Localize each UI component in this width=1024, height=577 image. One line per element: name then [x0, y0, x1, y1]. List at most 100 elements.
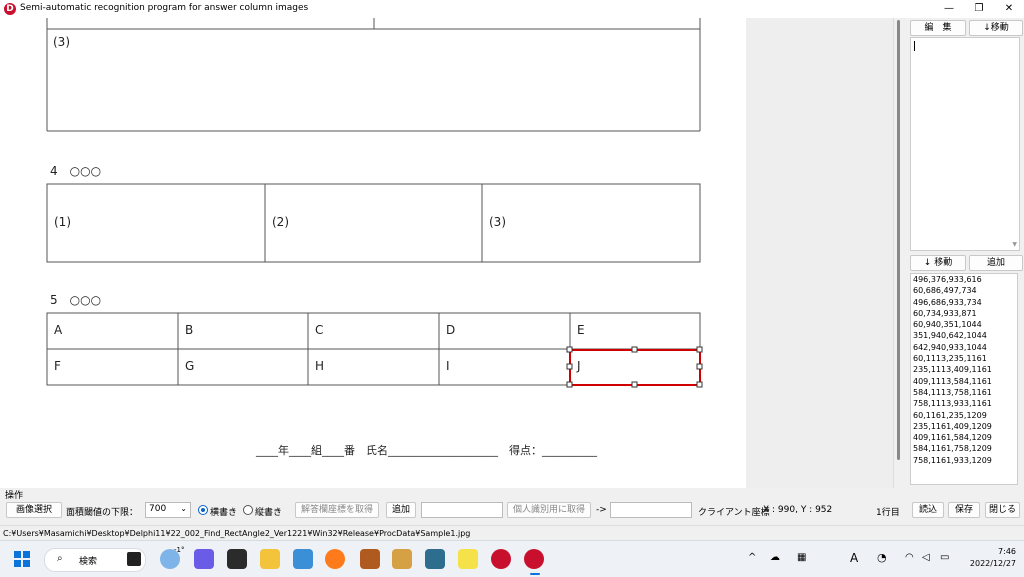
radio-horizontal[interactable] [198, 505, 208, 515]
app-icon-yellow[interactable] [458, 549, 478, 569]
radio-vertical-label[interactable]: 縦書き [255, 505, 282, 518]
cell-label: C [315, 323, 324, 337]
list-item[interactable]: 642,940,933,1044 [913, 342, 1017, 353]
cell-label: (1) [54, 215, 71, 229]
selection-rectangle [569, 349, 701, 386]
list-item[interactable]: 496,376,933,616 [913, 274, 1017, 285]
move-down-button[interactable]: ↓移動 [969, 20, 1023, 36]
coordinate-list[interactable]: 496,376,933,616 60,686,497,734 496,686,9… [910, 273, 1018, 485]
radio-horizontal-label[interactable]: 横書き [210, 505, 237, 518]
ime-mode[interactable]: A [850, 551, 858, 565]
scroll-down-arrow-icon[interactable]: ▼ [1012, 241, 1017, 248]
list-item[interactable]: 235,1161,409,1209 [913, 421, 1017, 432]
list-item[interactable]: 584,1113,758,1161 [913, 387, 1017, 398]
save-button[interactable]: 保存 [948, 502, 980, 518]
windows-start-icon[interactable] [14, 551, 30, 567]
right-panel: 編 集 ↓移動 ▼ ↓ 移動 追加 496,376,933,616 60,686… [905, 18, 1024, 488]
firefox-icon[interactable] [325, 549, 345, 569]
get-answer-coords-button[interactable]: 解答欄座標を取得 [295, 502, 379, 518]
wifi-icon[interactable]: ◠ [905, 552, 914, 563]
section4-heading: 4 ○○○ [50, 164, 102, 178]
operations-group-label: 操作 [5, 491, 24, 501]
personal-id-input[interactable] [610, 502, 692, 518]
clock-date[interactable]: 2022/12/27 [956, 559, 1016, 568]
list-item[interactable]: 60,734,933,871 [913, 308, 1017, 319]
section4-table [46, 183, 701, 263]
cell-label: E [577, 323, 585, 337]
app-icon-teal[interactable] [425, 549, 445, 569]
delphi-ide-icon[interactable] [491, 549, 511, 569]
active-app-indicator [530, 573, 540, 575]
cell-label: (3) [489, 215, 506, 229]
teams-chat-icon[interactable] [194, 549, 214, 569]
cell-label: (3) [53, 35, 70, 49]
memo-editor[interactable]: ▼ [910, 37, 1020, 251]
close-button[interactable]: 閉じる [985, 502, 1020, 518]
list-item[interactable]: 496,686,933,734 [913, 297, 1017, 308]
list-item[interactable]: 758,1161,933,1209 [913, 455, 1017, 466]
area-threshold-select[interactable]: 700 ⌄ [145, 502, 191, 518]
list-item[interactable]: 409,1161,584,1209 [913, 432, 1017, 443]
answer-sheet-image[interactable]: (3) 4 ○○○ (1) (2) (3) 5 ○○○ A B C D E F … [0, 18, 746, 488]
close-window-button[interactable]: ✕ [994, 0, 1024, 18]
list-item[interactable]: 409,1113,584,1161 [913, 376, 1017, 387]
vertical-scrollbar[interactable] [893, 18, 905, 488]
keyboard-icon[interactable]: ▦ [797, 552, 806, 563]
taskbar: ⌕ 検索 -1° ^ ☁ ▦ A ◔ ◠ ◁ ▭ 7:46 2022/12/27 [0, 540, 1024, 577]
list-item[interactable]: 584,1161,758,1209 [913, 443, 1017, 454]
load-button[interactable]: 読込 [912, 502, 944, 518]
document-viewport[interactable]: (3) 4 ○○○ (1) (2) (3) 5 ○○○ A B C D E F … [0, 18, 904, 488]
app-icon: D [4, 3, 16, 15]
cell-label: A [54, 323, 63, 337]
list-item[interactable]: 60,1161,235,1209 [913, 410, 1017, 421]
list-item[interactable]: 60,686,497,734 [913, 285, 1017, 296]
volume-icon[interactable]: ◁ [922, 552, 930, 563]
move-down-button-2[interactable]: ↓ 移動 [910, 255, 966, 271]
add-value-input[interactable] [421, 502, 503, 518]
ime-icon[interactable]: ◔ [877, 551, 887, 564]
paint-icon[interactable] [392, 549, 412, 569]
window-title: Semi-automatic recognition program for a… [20, 3, 309, 13]
cell-label: G [185, 359, 195, 373]
onedrive-icon[interactable]: ☁ [770, 552, 780, 563]
add-coordinate-button[interactable]: 追加 [969, 255, 1023, 271]
add-button[interactable]: 追加 [386, 502, 416, 518]
edit-button[interactable]: 編 集 [910, 20, 966, 36]
cell-label: B [185, 323, 194, 337]
cell-label: I [446, 359, 450, 373]
resize-handle [631, 381, 638, 388]
list-item[interactable]: 60,1113,235,1161 [913, 353, 1017, 364]
list-item[interactable]: 235,1113,409,1161 [913, 364, 1017, 375]
cell-label: J [577, 359, 581, 373]
file-explorer-icon[interactable] [260, 549, 280, 569]
list-item[interactable]: 351,940,642,1044 [913, 330, 1017, 341]
resize-handle [566, 381, 573, 388]
get-personal-id-button[interactable]: 個人識別用に取得 [507, 502, 591, 518]
battery-icon[interactable]: ▭ [940, 552, 949, 563]
resize-handle [696, 363, 703, 370]
line-indicator: 1行目 [876, 508, 900, 518]
resize-handle [566, 346, 573, 353]
list-item[interactable]: 758,1113,933,1161 [913, 398, 1017, 409]
file-path: C:¥Users¥Masamichi¥Desktop¥Delphi11¥22_0… [3, 529, 471, 538]
notepad-icon[interactable] [293, 549, 313, 569]
scroll-thumb[interactable] [897, 20, 900, 460]
app-icon-brown[interactable] [360, 549, 380, 569]
resize-handle [566, 363, 573, 370]
maximize-button[interactable]: ❐ [964, 0, 994, 18]
name-score-line: ____年____組____番 氏名____________________ 得… [256, 444, 597, 457]
section5-heading: 5 ○○○ [50, 293, 102, 307]
delphi-app-icon[interactable] [524, 549, 544, 569]
cell-label: F [54, 359, 61, 373]
clock-time[interactable]: 7:46 [966, 547, 1016, 556]
app-icon-dark[interactable] [227, 549, 247, 569]
chevron-up-icon[interactable]: ^ [748, 552, 756, 563]
cell-label: (2) [272, 215, 289, 229]
select-image-button[interactable]: 画像選択 [6, 502, 62, 518]
weather-temp: -1° [174, 546, 185, 554]
task-view-icon[interactable] [127, 552, 141, 566]
radio-vertical[interactable] [243, 505, 253, 515]
minimize-button[interactable]: — [934, 0, 964, 18]
search-icon: ⌕ [57, 553, 63, 564]
list-item[interactable]: 60,940,351,1044 [913, 319, 1017, 330]
